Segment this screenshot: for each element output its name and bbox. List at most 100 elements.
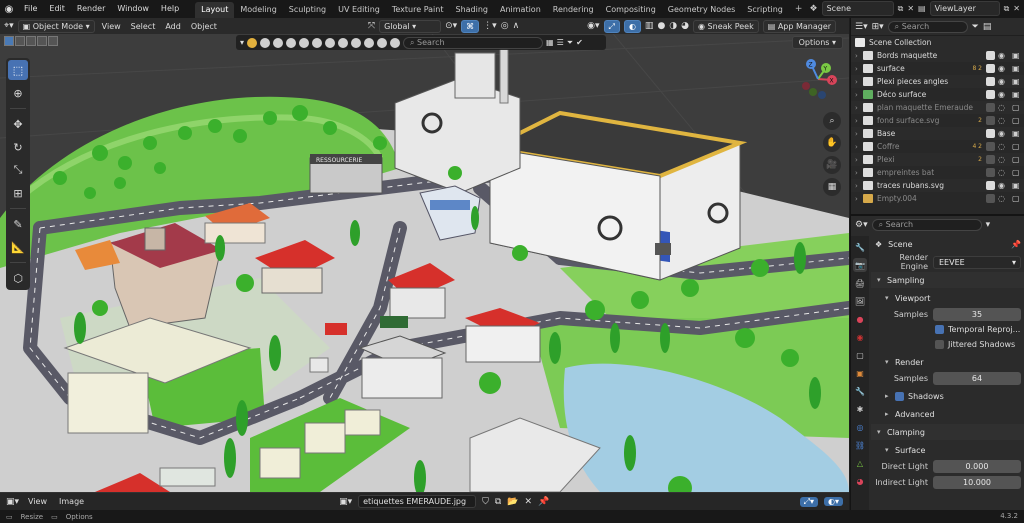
filter-list-icon[interactable]: ☰ (557, 38, 564, 47)
sampling-panel-header[interactable]: ▾ Sampling (871, 272, 1024, 288)
filter-light-icon[interactable] (260, 37, 271, 48)
navigation-gizmo[interactable]: X Y Z (797, 58, 839, 100)
eye-icon[interactable]: ◌ (998, 194, 1012, 203)
pin-icon[interactable]: 📌 (1011, 240, 1021, 249)
shading-rendered-icon[interactable]: ◕ (681, 21, 689, 31)
image-copy-icon[interactable]: ⧉ (495, 497, 501, 507)
perspective-grid-icon[interactable]: ▦ (823, 178, 841, 196)
camera-icon[interactable]: ▣ (1012, 129, 1024, 138)
shading-material-icon[interactable]: ◑ (669, 21, 677, 31)
select-new-icon[interactable] (4, 36, 14, 46)
tab-texture-paint[interactable]: Texture Paint (386, 2, 450, 18)
exclude-checkbox[interactable] (986, 155, 995, 164)
filter-empty-icon[interactable] (286, 37, 297, 48)
particles-tab-icon[interactable]: ✱ (853, 402, 867, 416)
measure-tool-icon[interactable]: 📐 (8, 237, 28, 257)
editor-type-icon[interactable]: ⌖▾ (4, 21, 14, 31)
exclude-checkbox[interactable] (986, 168, 995, 177)
scene-close-icon[interactable]: ✕ (907, 4, 914, 13)
select-extend-icon[interactable] (15, 36, 25, 46)
transform-tool-icon[interactable]: ⊞ (8, 183, 28, 203)
expand-arrow-icon[interactable]: › (855, 130, 863, 138)
snap-target-icon[interactable]: ⋮▾ (483, 21, 497, 31)
expand-arrow-icon[interactable]: › (855, 104, 863, 112)
viewlayer-selector[interactable]: ViewLayer (929, 1, 1000, 16)
select-subtract-icon[interactable] (26, 36, 36, 46)
3d-viewport[interactable]: RESSOURCERIE ⌖▾ ▣ Object Mode ▾ View Sel… (0, 18, 849, 492)
cursor-tool-icon[interactable]: ⊕ (8, 83, 28, 103)
image-menu-image[interactable]: Image (56, 497, 87, 506)
image-gizmo-toggle-icon[interactable]: ⤢▾ (799, 496, 818, 507)
expand-arrow-icon[interactable]: › (855, 169, 863, 177)
filter-probe-icon[interactable] (390, 37, 401, 48)
jittered-shadows-checkbox[interactable] (935, 340, 944, 349)
overlay-toggle-icon[interactable]: ◐ (623, 19, 641, 33)
filter-funnel-icon[interactable]: ⏷ (567, 38, 573, 48)
expand-arrow-icon[interactable]: › (855, 195, 863, 203)
exclude-checkbox[interactable] (986, 64, 995, 73)
blender-logo-icon[interactable]: ◉ (0, 0, 18, 18)
eye-icon[interactable]: ◌ (998, 103, 1012, 112)
outliner-display-icon[interactable]: ⊞▾ (872, 22, 884, 32)
camera-icon[interactable]: ▢ (1012, 194, 1024, 203)
zoom-icon[interactable]: ⌕ (823, 112, 841, 130)
outliner-item[interactable]: › Plexi 2 ◌ ▢ (851, 153, 1024, 166)
shadows-checkbox[interactable] (895, 391, 904, 401)
outliner-item[interactable]: › surface 8 2 ◉ ▣ (851, 62, 1024, 75)
select-invert-icon[interactable] (37, 36, 47, 46)
viewlayer-icon[interactable]: ▤ (918, 4, 926, 13)
scale-tool-icon[interactable]: ⤡ (8, 160, 28, 180)
tab-scripting[interactable]: Scripting (741, 2, 789, 18)
gizmo-toggle-icon[interactable]: ⤢ (603, 19, 620, 33)
options-button[interactable]: Options ▾ (791, 36, 843, 49)
image-fake-user-icon[interactable]: ⛉ (482, 497, 489, 507)
eye-icon[interactable]: ◉ (998, 90, 1012, 99)
tab-layout[interactable]: Layout (195, 1, 235, 18)
eye-icon[interactable]: ◌ (998, 116, 1012, 125)
tab-sculpting[interactable]: Sculpting (283, 2, 332, 18)
render-samples-field[interactable]: 64 (933, 371, 1021, 385)
exclude-checkbox[interactable] (986, 116, 995, 125)
shading-solid-icon[interactable]: ● (657, 21, 665, 31)
viewlayer-close-icon[interactable]: ✕ (1013, 4, 1020, 13)
tab-compositing[interactable]: Compositing (600, 2, 662, 18)
image-overlay-toggle-icon[interactable]: ◐▾ (824, 497, 843, 506)
eye-icon[interactable]: ◉ (998, 77, 1012, 86)
outliner-item[interactable]: › fond surface.svg 2 ◌ ▢ (851, 114, 1024, 127)
expand-arrow-icon[interactable]: › (855, 52, 863, 60)
image-pin-icon[interactable]: 📌 (538, 497, 549, 507)
camera-icon[interactable]: ▣ (1012, 77, 1024, 86)
tab-rendering[interactable]: Rendering (547, 2, 600, 18)
camera-icon[interactable]: ▢ (1012, 116, 1024, 125)
shadows-subpanel-header[interactable]: ▸ Shadows (871, 388, 1024, 404)
exclude-checkbox[interactable] (986, 51, 995, 60)
select-mode-buttons[interactable] (4, 36, 58, 46)
exclude-checkbox[interactable] (986, 194, 995, 203)
camera-icon[interactable]: ▣ (1012, 64, 1024, 73)
camera-icon[interactable]: ▢ (1012, 103, 1024, 112)
image-open-icon[interactable]: 📂 (507, 497, 518, 507)
annotate-tool-icon[interactable]: ✎ (8, 214, 28, 234)
menu-edit[interactable]: Edit (43, 0, 71, 18)
eye-icon[interactable]: ◌ (998, 168, 1012, 177)
orientation-selector[interactable]: Global ▾ (379, 19, 442, 33)
camera-icon[interactable]: ▣ (1012, 51, 1024, 60)
filter-armature-icon[interactable] (325, 37, 336, 48)
outliner-item[interactable]: › Plexi pieces angles ◉ ▣ (851, 75, 1024, 88)
proportional-icon[interactable]: ◎ (501, 21, 509, 31)
collection-tab-icon[interactable]: ▢ (853, 348, 867, 362)
image-name-field[interactable]: etiquettes EMERAUDE.jpg (358, 495, 477, 508)
exclude-checkbox[interactable] (986, 103, 995, 112)
image-close-icon[interactable]: ✕ (525, 497, 533, 507)
select-tool-icon[interactable]: ⬚ (8, 60, 28, 80)
camera-icon[interactable]: ▣ (1012, 181, 1024, 190)
tab-animation[interactable]: Animation (494, 2, 547, 18)
output-tab-icon[interactable]: 🖨 (853, 276, 867, 290)
viewport-samples-field[interactable]: 35 (933, 307, 1021, 321)
scene-selector[interactable]: Scene (821, 1, 894, 16)
eye-icon[interactable]: ◌ (998, 155, 1012, 164)
properties-type-icon[interactable]: ⚙▾ (855, 220, 868, 230)
view-layer-tab-icon[interactable]: 🖼 (853, 294, 867, 308)
scene-copy-icon[interactable]: ⧉ (898, 4, 904, 14)
filter-volume-icon[interactable] (351, 37, 362, 48)
